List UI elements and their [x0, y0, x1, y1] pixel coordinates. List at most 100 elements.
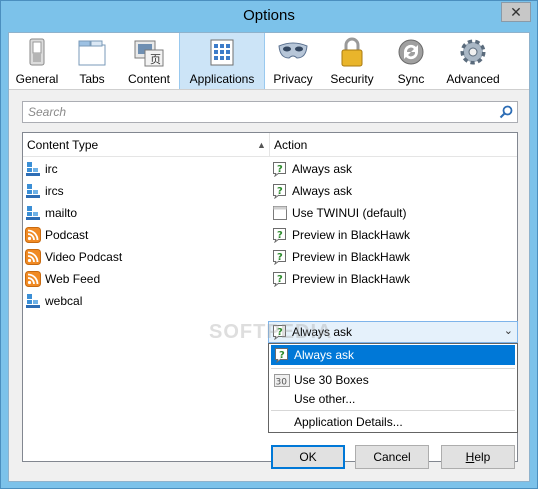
- gear-icon: [460, 39, 486, 65]
- help-label-rest: elp: [474, 450, 491, 464]
- tab-tabs-label: Tabs: [79, 72, 105, 86]
- content-type-label: ircs: [45, 184, 64, 198]
- dropdown-option-always-ask[interactable]: ? Always ask: [271, 345, 515, 365]
- content-type-cell: Video Podcast: [25, 249, 122, 265]
- svg-text:?: ?: [277, 274, 283, 285]
- search-placeholder: Search: [28, 105, 67, 119]
- content-type-cell: ircs: [25, 183, 64, 199]
- action-cell[interactable]: ? Preview in BlackHawk: [272, 249, 410, 265]
- ask-icon: ?: [273, 250, 286, 265]
- ok-button[interactable]: OK: [271, 445, 345, 469]
- sort-ascending-icon: ▲: [257, 140, 266, 150]
- action-dropdown-list: ? Always ask 30 Use 30 Boxes Use other..…: [268, 343, 518, 433]
- content-type-label: mailto: [45, 206, 78, 220]
- table-row[interactable]: ircs? Always ask: [23, 180, 517, 202]
- search-input[interactable]: Search: [22, 101, 518, 123]
- title-bar: Options: [1, 1, 537, 32]
- action-label: Use TWINUI (default): [292, 206, 407, 220]
- dropdown-separator: [271, 410, 515, 411]
- tab-general-label: General: [15, 72, 59, 86]
- search-icon[interactable]: [498, 104, 514, 120]
- action-cell[interactable]: Use TWINUI (default): [272, 205, 406, 221]
- tab-sync-label: Sync: [397, 72, 425, 86]
- content-type-label: Video Podcast: [45, 250, 123, 264]
- ask-icon: ?: [275, 348, 288, 363]
- softpedia-watermark: SOFTPEDIA: [209, 321, 333, 343]
- table-row[interactable]: webcal: [23, 290, 517, 312]
- action-label: Preview in BlackHawk: [292, 250, 411, 264]
- table-row[interactable]: irc ? Always ask: [23, 158, 517, 180]
- tab-privacy[interactable]: Privacy: [265, 33, 321, 89]
- tab-content-label: Content: [127, 72, 171, 86]
- content-type-label: webcal: [45, 294, 83, 308]
- content-type-cell: irc: [25, 161, 58, 177]
- tab-privacy-label: Privacy: [273, 72, 313, 86]
- content-type-label: Web Feed: [45, 272, 101, 286]
- window-title: Options: [243, 7, 295, 24]
- table-row[interactable]: Video Podcast? Preview in BlackHawk: [23, 246, 517, 268]
- help-button[interactable]: Help: [441, 445, 515, 469]
- network-icon: [26, 184, 40, 198]
- tab-advanced-label: Advanced: [446, 72, 500, 86]
- table-row[interactable]: mailto Use TWINUI (default): [23, 202, 517, 224]
- header-action[interactable]: Action: [274, 138, 307, 152]
- feed-icon: [25, 249, 41, 265]
- ask-icon: ?: [273, 228, 286, 243]
- action-cell[interactable]: ? Always ask: [272, 183, 352, 199]
- tab-applications[interactable]: Applications: [179, 33, 265, 89]
- action-cell[interactable]: ? Always ask: [272, 161, 352, 177]
- applications-icon: [210, 39, 234, 66]
- ask-icon: ?: [273, 272, 286, 287]
- dropdown-option-label: Use 30 Boxes: [294, 373, 369, 387]
- network-icon: [26, 162, 40, 176]
- ask-icon: ?: [273, 162, 286, 177]
- tab-tabs[interactable]: Tabs: [65, 33, 119, 89]
- tab-security-label: Security: [330, 72, 374, 86]
- action-cell[interactable]: ? Preview in BlackHawk: [272, 227, 410, 243]
- table-row[interactable]: Web Feed? Preview in BlackHawk: [23, 268, 517, 290]
- feed-icon: [25, 271, 41, 287]
- tab-general[interactable]: General: [9, 33, 65, 89]
- content-type-label: Podcast: [45, 228, 89, 242]
- tab-content[interactable]: 页 Content: [119, 33, 179, 89]
- close-button[interactable]: ✕: [501, 2, 531, 22]
- dropdown-option-label: Use other...: [294, 392, 356, 406]
- general-icon: [29, 38, 45, 66]
- dialog-body: General Tabs 页 Content Applications Priv…: [8, 32, 530, 482]
- tab-applications-label: Applications: [189, 72, 255, 86]
- content-type-label: irc: [45, 162, 58, 176]
- chevron-down-icon[interactable]: ⌄: [504, 324, 513, 337]
- svg-text:30: 30: [276, 378, 288, 388]
- action-label: Preview in BlackHawk: [292, 228, 411, 242]
- padlock-icon: [341, 37, 363, 67]
- dropdown-option-application-details[interactable]: Application Details...: [271, 412, 515, 432]
- content-type-cell: mailto: [25, 205, 77, 221]
- content-type-cell: webcal: [25, 293, 82, 309]
- dropdown-option-30-boxes[interactable]: 30 Use 30 Boxes: [271, 370, 515, 390]
- tab-advanced[interactable]: Advanced: [439, 33, 507, 89]
- action-cell[interactable]: ? Preview in BlackHawk: [272, 271, 410, 287]
- dropdown-option-use-other[interactable]: Use other...: [271, 389, 515, 409]
- header-content-type[interactable]: Content Type: [27, 138, 98, 152]
- tab-security[interactable]: Security: [321, 33, 383, 89]
- svg-text:?: ?: [277, 164, 283, 175]
- dropdown-separator: [271, 368, 515, 369]
- dropdown-option-label: Application Details...: [294, 415, 403, 429]
- tab-sync[interactable]: Sync: [383, 33, 439, 89]
- window-icon: [273, 206, 287, 220]
- cancel-button[interactable]: Cancel: [355, 445, 429, 469]
- dropdown-option-label: Always ask: [294, 348, 355, 362]
- action-label: Always ask: [292, 184, 353, 198]
- category-toolbar: General Tabs 页 Content Applications Priv…: [9, 33, 529, 90]
- table-header: Content Type ▲ Action: [23, 133, 517, 157]
- column-divider[interactable]: [269, 133, 270, 157]
- network-icon: [26, 206, 40, 220]
- options-window: Options ✕ General Tabs 页 Content Applica…: [0, 0, 538, 489]
- 30-boxes-icon: 30: [274, 374, 290, 388]
- network-icon: [26, 294, 40, 308]
- ask-icon: ?: [273, 184, 286, 199]
- action-label: Preview in BlackHawk: [292, 272, 411, 286]
- table-row[interactable]: Podcast? Preview in BlackHawk: [23, 224, 517, 246]
- svg-text:页: 页: [150, 53, 161, 66]
- privacy-mask-icon: [278, 42, 308, 59]
